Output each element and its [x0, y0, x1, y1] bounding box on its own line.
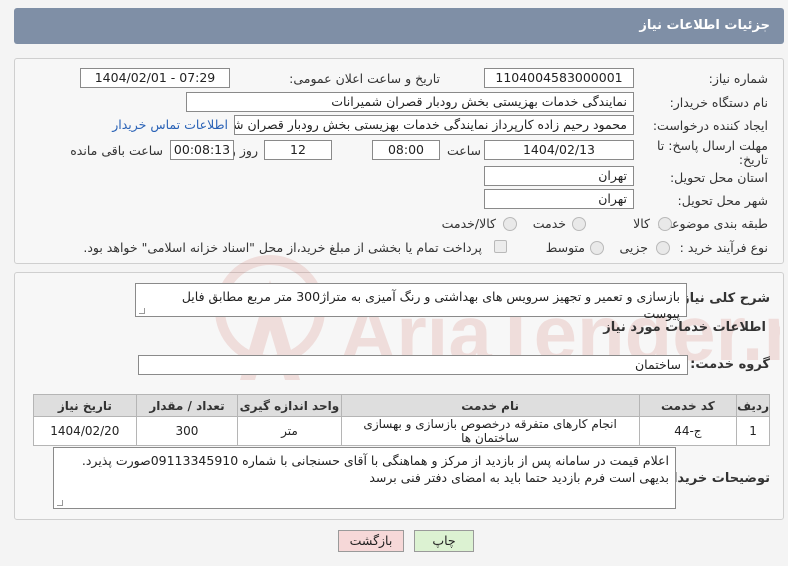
- days-field[interactable]: 12: [264, 140, 332, 160]
- services-table: ردیف کد خدمت نام خدمت واحد اندازه گیری ت…: [33, 394, 770, 446]
- resize-handle[interactable]: [139, 308, 145, 314]
- deadline-time-field[interactable]: 08:00: [372, 140, 440, 160]
- remaining-time-field[interactable]: 00:08:13: [170, 140, 234, 160]
- treasury-payment-note: پرداخت تمام یا بخشی از مبلغ خرید،از محل …: [83, 240, 482, 255]
- need-info-panel: [14, 58, 784, 264]
- deadline-label: مهلت ارسال پاسخ: تا: [657, 138, 768, 153]
- province-label: استان محل تحویل:: [669, 170, 768, 185]
- deadline-date-field[interactable]: 1404/02/13: [484, 140, 634, 160]
- service-group-label: گروه خدمت:: [690, 357, 770, 372]
- process-medium-radio[interactable]: [590, 241, 604, 255]
- creator-label: ایجاد کننده درخواست:: [652, 118, 768, 133]
- table-header-row: ردیف کد خدمت نام خدمت واحد اندازه گیری ت…: [33, 394, 770, 417]
- process-medium-label: متوسط: [545, 240, 585, 255]
- category-service-radio[interactable]: [572, 217, 586, 231]
- col-name: نام خدمت: [340, 394, 640, 417]
- col-row: ردیف: [736, 394, 770, 417]
- city-field[interactable]: تهران: [484, 189, 634, 209]
- col-code: کد خدمت: [638, 394, 738, 417]
- process-type-label: نوع فرآیند خرید :: [679, 240, 768, 255]
- buyer-notes-text: اعلام قیمت در سامانه پس از بازدید از مرک…: [81, 453, 669, 485]
- cell-name: انجام کارهای متفرقه درخصوص بازسازی و بهس…: [340, 416, 640, 446]
- announce-date-label: تاریخ و ساعت اعلان عمومی:: [289, 71, 440, 86]
- need-summary-text: بازسازی و تعمیر و تجهیز سرویس های بهداشت…: [181, 289, 680, 321]
- cell-qty: 300: [135, 416, 239, 446]
- treasury-payment-checkbox[interactable]: [494, 240, 507, 253]
- category-goods-label: کالا: [633, 216, 650, 231]
- process-minor-label: جزیی: [619, 240, 648, 255]
- category-service-label: خدمت: [532, 216, 566, 231]
- need-summary-textarea[interactable]: بازسازی و تعمیر و تجهیز سرویس های بهداشت…: [135, 283, 687, 321]
- back-button[interactable]: بازگشت: [338, 530, 404, 552]
- buyer-org-field[interactable]: نمایندگی خدمات بهزیستی بخش رودبار قصران …: [186, 92, 634, 112]
- table-row[interactable]: 1 ج-44 انجام کارهای متفرقه درخصوص بازساز…: [33, 416, 770, 446]
- need-number-field[interactable]: 1104004583000001: [484, 68, 634, 88]
- print-button[interactable]: چاپ: [414, 530, 474, 552]
- deadline-label-2: تاریخ:: [738, 152, 768, 167]
- need-number-label: شماره نیاز:: [708, 71, 768, 86]
- remaining-time-label: ساعت باقی مانده: [70, 143, 163, 158]
- announce-date-field[interactable]: 1404/02/01 - 07:29: [80, 68, 230, 88]
- days-label: روز و: [229, 143, 258, 158]
- cell-row: 1: [736, 416, 770, 446]
- province-field[interactable]: تهران: [484, 166, 634, 186]
- need-summary-label: شرح کلی نیاز:: [676, 291, 770, 306]
- deadline-time-label: ساعت: [446, 143, 481, 158]
- service-group-field[interactable]: ساختمان: [138, 355, 688, 375]
- cell-unit: متر: [237, 416, 342, 446]
- col-unit: واحد اندازه گیری: [237, 394, 342, 417]
- buyer-org-label: نام دستگاه خریدار:: [669, 95, 768, 110]
- category-goods-service-label: کالا/خدمت: [441, 216, 496, 231]
- services-section-title: اطلاعات خدمات مورد نیاز: [603, 320, 766, 335]
- category-goods-service-radio[interactable]: [503, 217, 517, 231]
- cell-date: 1404/02/20: [33, 416, 137, 446]
- category-goods-radio[interactable]: [658, 217, 672, 231]
- city-label: شهر محل تحویل:: [677, 193, 768, 208]
- page-title: جزئیات اطلاعات نیاز: [639, 18, 770, 33]
- resize-handle[interactable]: [57, 500, 63, 506]
- buyer-notes-label: توضیحات خریدار:: [660, 471, 770, 486]
- category-label: طبقه بندی موضوعی:: [657, 216, 768, 231]
- col-date: تاریخ نیاز: [33, 394, 137, 417]
- buyer-contact-link[interactable]: اطلاعات تماس خریدار: [112, 117, 228, 132]
- buyer-notes-textarea[interactable]: اعلام قیمت در سامانه پس از بازدید از مرک…: [53, 447, 676, 509]
- process-minor-radio[interactable]: [656, 241, 670, 255]
- cell-code: ج-44: [638, 416, 738, 446]
- col-qty: تعداد / مقدار: [135, 394, 239, 417]
- page-header: جزئیات اطلاعات نیاز: [14, 8, 784, 44]
- creator-field[interactable]: محمود رحیم زاده کارپرداز نمایندگی خدمات …: [234, 115, 634, 135]
